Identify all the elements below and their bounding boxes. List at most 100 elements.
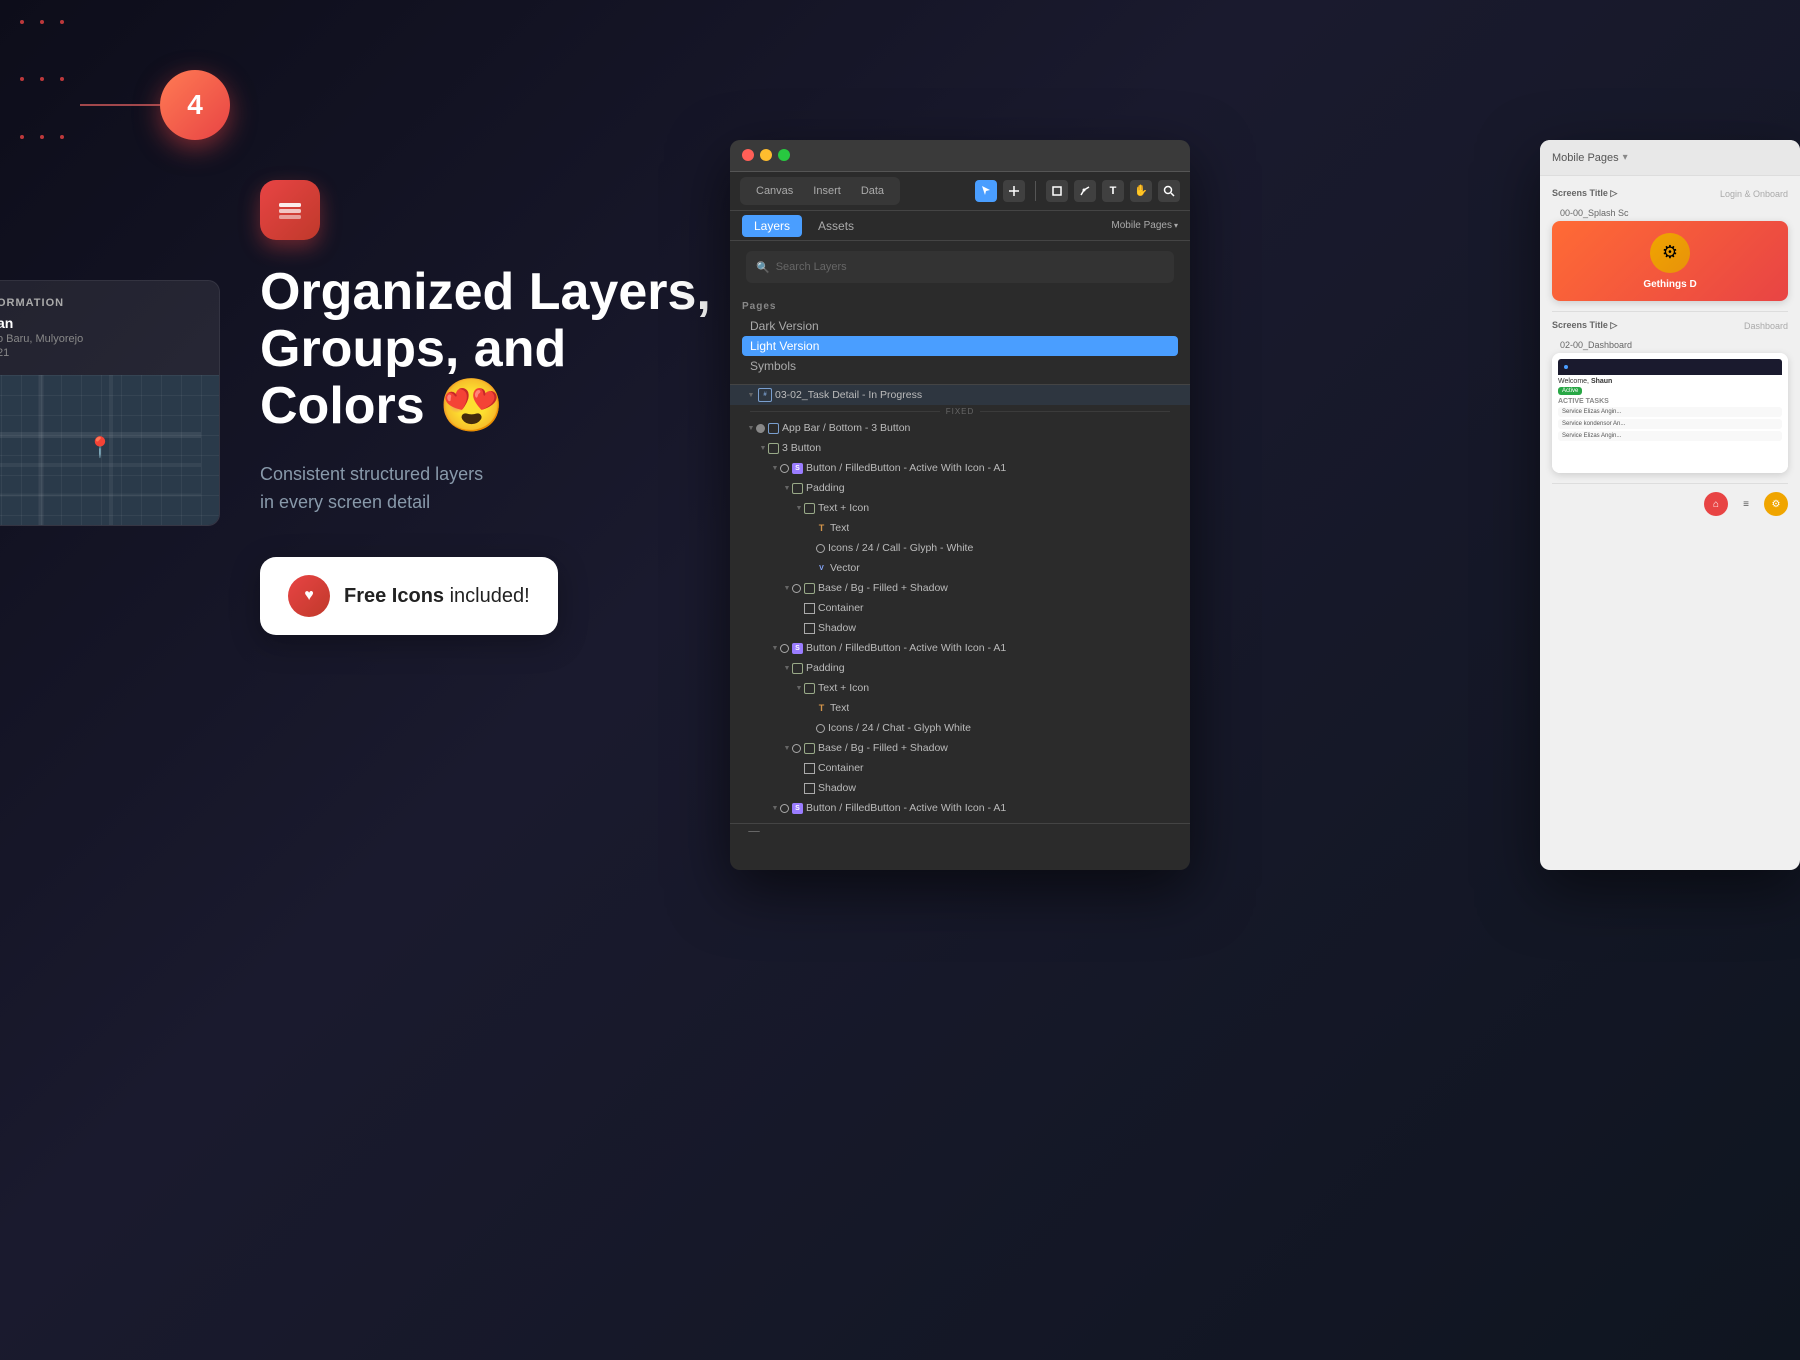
screen-card-dashboard: Welcome, Shaun Active ACTIVE TASKS Servi… (1552, 353, 1788, 473)
search-container: 🔍 Search Layers (730, 241, 1190, 293)
artboard-header-row[interactable]: ▼ # 03-02_Task Detail - In Progress (730, 385, 1190, 405)
shape-tool-btn[interactable] (1046, 180, 1068, 202)
artboard-arrow: ▼ (746, 390, 756, 400)
layer-shadow-1[interactable]: Shadow (730, 618, 1190, 638)
info-card: ORMATION an o Baru, Mulyorejo 21 📍 (0, 280, 220, 526)
dash-task-2: Service kondensor An... (1558, 419, 1782, 429)
layer-container-1[interactable]: Container (730, 598, 1190, 618)
toolbar-canvas-btn[interactable]: Canvas (748, 181, 801, 201)
page-item-symbols[interactable]: Symbols (742, 356, 1178, 376)
layer-base-bg-1[interactable]: ▼ Base / Bg - Filled + Shadow (730, 578, 1190, 598)
layer-vector-1[interactable]: V Vector (730, 558, 1190, 578)
layer-icons-chat[interactable]: Icons / 24 / Chat - Glyph White (730, 718, 1190, 738)
screens-dash-name: Dashboard (1744, 321, 1788, 331)
toolbar-insert-btn[interactable]: Insert (805, 181, 849, 201)
dash-task-label: ACTIVE TASKS (1558, 398, 1782, 405)
free-icons-badge: ♥ Free Icons included! (260, 557, 558, 635)
layer-texticon-1[interactable]: ▼ Text + Icon (730, 498, 1190, 518)
pages-dropdown-label: Mobile Pages (1111, 220, 1172, 231)
arrow12: ▼ (782, 663, 792, 673)
zoom-tool-btn[interactable] (1158, 180, 1180, 202)
padding2-group-icon (792, 663, 803, 674)
left-info-panel: ORMATION an o Baru, Mulyorejo 21 📍 (0, 280, 220, 526)
window-close-button[interactable] (742, 149, 754, 161)
dot (40, 20, 44, 24)
layer-text-1[interactable]: T Text (730, 518, 1190, 538)
layer-container-2[interactable]: Container (730, 758, 1190, 778)
dot (20, 135, 24, 139)
step-number: 4 (160, 70, 230, 140)
layer-base-bg-2[interactable]: ▼ Base / Bg - Filled + Shadow (730, 738, 1190, 758)
layer-row-appbar[interactable]: ▼ App Bar / Bottom - 3 Button (730, 418, 1190, 438)
shadow2-name: Shadow (818, 782, 856, 794)
artboard-list-item-1[interactable]: 03-03_task_detail-modal-update (730, 828, 1190, 832)
search-layers-input[interactable]: 🔍 Search Layers (746, 251, 1174, 283)
sub-text-line2: in every screen detail (260, 492, 430, 512)
pages-dropdown[interactable]: Mobile Pages ▾ (1111, 220, 1178, 231)
nav-home-icon[interactable]: ⌂ (1704, 492, 1728, 516)
sketch-nav-tabs: Layers Assets Mobile Pages ▾ (730, 211, 1190, 241)
vis-dot4 (780, 804, 789, 813)
icons-chat-name: Icons / 24 / Chat - Glyph White (828, 722, 971, 734)
arrow13: ▼ (794, 683, 804, 693)
screens-login-name: Login & Onboard (1720, 189, 1788, 199)
window-minimize-button[interactable] (760, 149, 772, 161)
text1-name: Text (830, 522, 849, 534)
select-tool-btn[interactable] (975, 180, 997, 202)
screen-entry-dashboard[interactable]: 02-00_Dashboard Welcome, Shaun Active AC… (1552, 337, 1788, 473)
nav-gear-icon[interactable]: ⚙ (1764, 492, 1788, 516)
dash-header (1558, 359, 1782, 375)
move-tool-icon (1008, 185, 1020, 197)
shadow-icon (804, 623, 815, 634)
layer-filledbutton-2[interactable]: ▼ S Button / FilledButton - Active With … (730, 638, 1190, 658)
toolbar-data-btn[interactable]: Data (853, 181, 892, 201)
layer-filledbutton-1[interactable]: ▼ S Button / FilledButton - Active With … (730, 458, 1190, 478)
layer-filledbutton-3[interactable]: ▼ S Button / FilledButton - Active With … (730, 798, 1190, 818)
arrow16: ▼ (782, 743, 792, 753)
window-maximize-button[interactable] (778, 149, 790, 161)
assets-tab[interactable]: Assets (806, 215, 866, 237)
shape-tool-icon (1051, 185, 1063, 197)
move-tool-btn[interactable] (1003, 180, 1025, 202)
hand-tool-btn[interactable]: ✋ (1130, 180, 1152, 202)
layer-icons-call[interactable]: Icons / 24 / Call - Glyph - White (730, 538, 1190, 558)
fixed-divider-left (750, 411, 940, 412)
screens-title-login-label: Screens Title ▷ (1552, 188, 1617, 199)
layer-shadow-2[interactable]: Shadow (730, 778, 1190, 798)
dash-active-badge: Active (1558, 387, 1582, 395)
layer-padding-1[interactable]: ▼ Padding (730, 478, 1190, 498)
dot-grid-decoration (0, 0, 60, 200)
screens-title-dashboard: Screens Title ▷ Dashboard (1552, 320, 1788, 331)
shadow2-icon (804, 783, 815, 794)
layer-padding-2[interactable]: ▼ Padding (730, 658, 1190, 678)
pen-tool-btn[interactable] (1074, 180, 1096, 202)
dot (40, 77, 44, 81)
icons-call-name: Icons / 24 / Call - Glyph - White (828, 542, 973, 554)
main-heading: Organized Layers, Groups, and Colors 😍 (260, 264, 720, 436)
screen-entry-splash[interactable]: 00-00_Splash Sc ⚙ Gethings D (1552, 205, 1788, 301)
heading-line3: Colors 😍 (260, 377, 504, 435)
page-item-dark[interactable]: Dark Version (742, 316, 1178, 336)
arrow17 (794, 763, 804, 773)
layers-tab[interactable]: Layers (742, 215, 802, 237)
appbar-frame-icon (768, 423, 779, 434)
toolbar-view-group: Canvas Insert Data (740, 177, 900, 205)
layer-text-2[interactable]: T Text (730, 698, 1190, 718)
heading-line1: Organized Layers, (260, 263, 711, 321)
page-item-light[interactable]: Light Version (742, 336, 1178, 356)
arrow9 (794, 603, 804, 613)
text-tool-btn[interactable]: T (1102, 180, 1124, 202)
nav-list-icon[interactable]: ≡ (1734, 492, 1758, 516)
list-icon: ≡ (1743, 499, 1749, 510)
right-mobile-pages-panel: Mobile Pages ▾ Screens Title ▷ Login & O… (1540, 140, 1800, 870)
info-address-line1: o Baru, Mulyorejo (0, 333, 203, 345)
search-icon: 🔍 (756, 261, 770, 274)
layer-row-3button[interactable]: ▼ 3 Button (730, 438, 1190, 458)
layer-texticon-2[interactable]: ▼ Text + Icon (730, 678, 1190, 698)
arrow1: ▼ (758, 443, 768, 453)
fixed-badge-row: FIXED (730, 405, 1190, 418)
splash-brand-text: Gethings D (1643, 279, 1696, 290)
screen-name-splash: 00-00_Splash Sc (1552, 205, 1788, 221)
texticon2-group-icon (804, 683, 815, 694)
icons-chat-icon (816, 724, 825, 733)
